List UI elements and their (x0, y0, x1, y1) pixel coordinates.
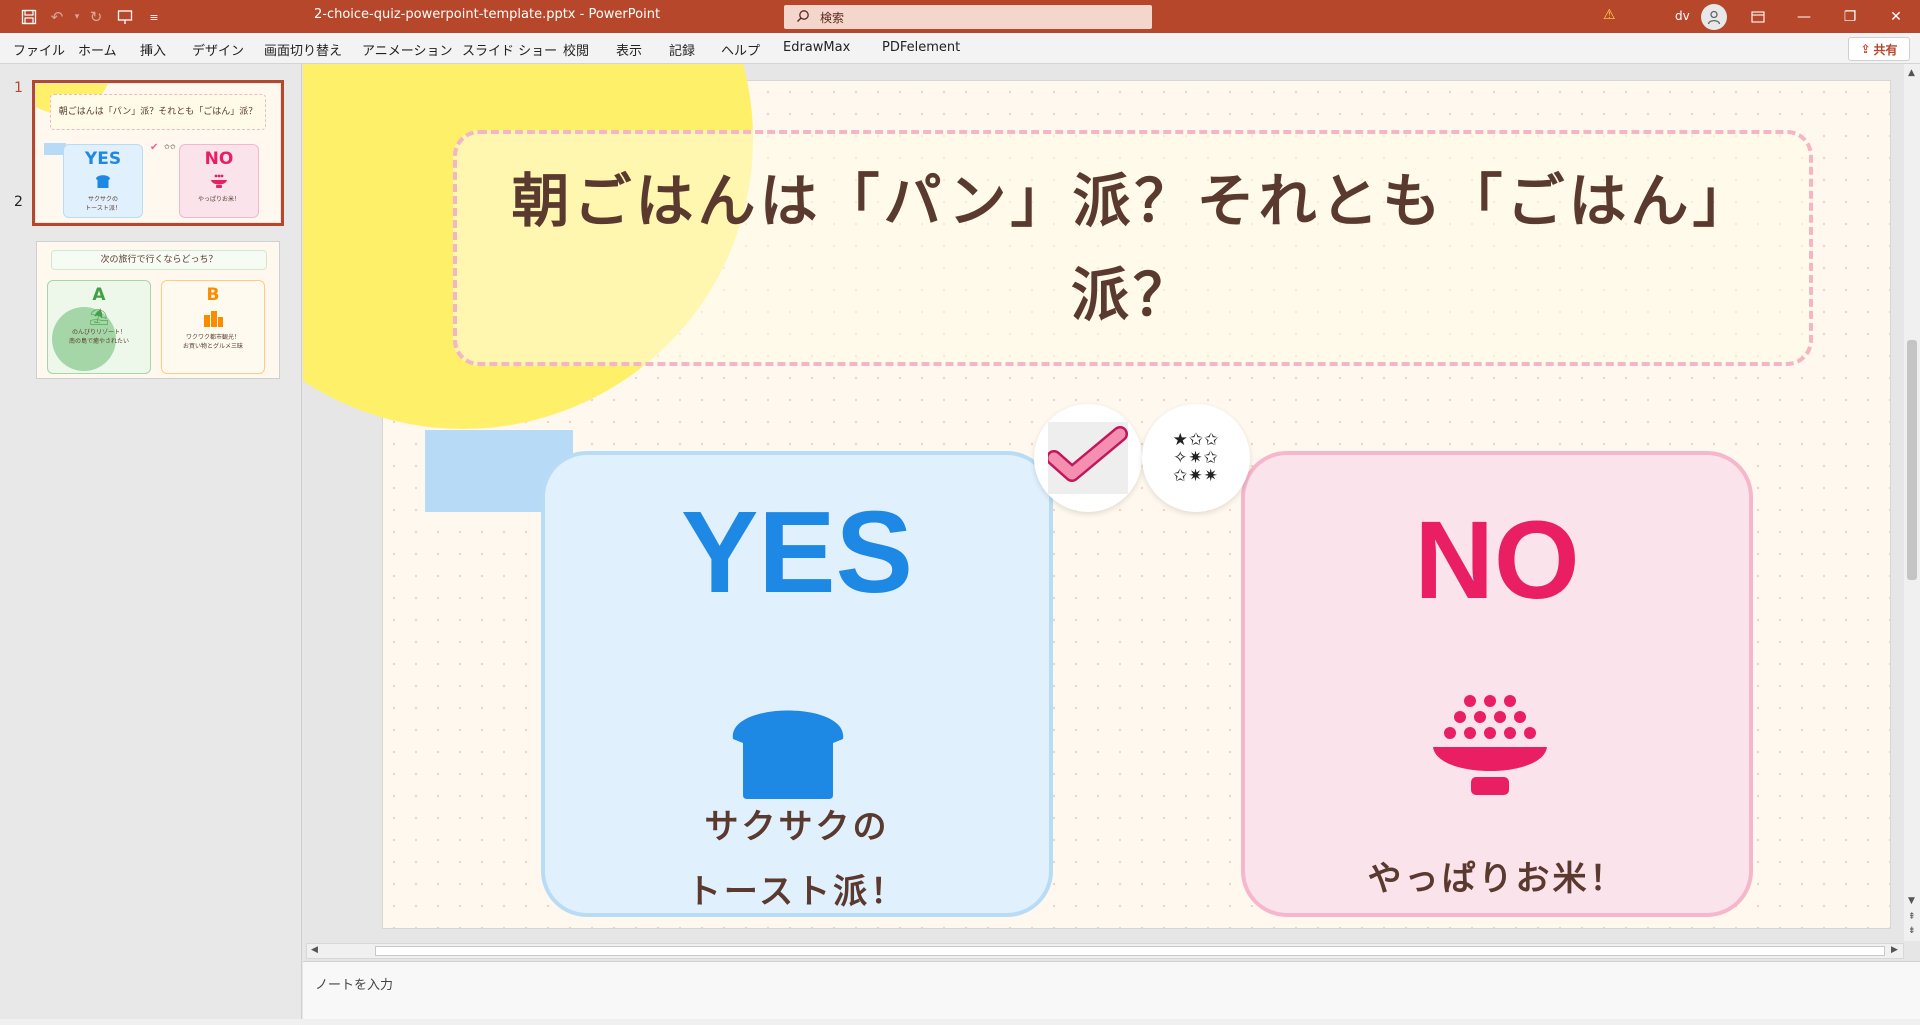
title-bar: ↶ ▾ ↻ ≡ 2-choice-quiz-powerpoint-templat… (0, 0, 1920, 33)
thumbnail-b-card: B ワクワク都市観光！ お買い物とグルメ三昧 (161, 280, 265, 374)
vertical-scroll-thumb[interactable] (1907, 340, 1917, 580)
tab-slideshow[interactable]: スライド ショー (462, 40, 557, 59)
tab-review[interactable]: 校閲 (563, 40, 589, 59)
rice-bowl-icon (211, 174, 227, 188)
thumbnail-a-label: A (92, 285, 106, 305)
horizontal-scrollbar[interactable]: ◀ ▶ (306, 943, 1904, 959)
ribbon-display-icon[interactable] (1735, 0, 1781, 33)
tab-home[interactable]: ホーム (78, 40, 117, 59)
save-icon[interactable] (18, 6, 40, 28)
yes-subtitle-line2[interactable]: トースト派！ (545, 858, 1049, 926)
share-button[interactable]: ⇪ 共有 (1848, 37, 1910, 61)
thumbnail-b-sub: ワクワク都市観光！ お買い物とグルメ三昧 (182, 334, 243, 350)
thumbnail-yes-label: YES (84, 149, 122, 169)
no-subtitle[interactable]: やっぱりお米！ (1245, 845, 1749, 913)
city-buildings-icon (204, 311, 223, 327)
window-title: 2-choice-quiz-powerpoint-template.pptx -… (314, 7, 661, 22)
status-bar (0, 1019, 1920, 1025)
slide-thumbnail-pane: 1 朝ごはんは「パン」派？それとも「ごはん」派？ YES サクサクの トースト派… (0, 64, 302, 1019)
scroll-up-arrow-icon[interactable]: ▲ (1908, 68, 1915, 78)
tab-edrawmax[interactable]: EdrawMax (783, 40, 850, 55)
thumbnail-title: 朝ごはんは「パン」派？それとも「ごはん」派？ (50, 94, 266, 130)
thumbnail-no-card: NO やっぱりお米！ (179, 144, 259, 218)
beach-umbrella-icon: ⛱ (88, 307, 110, 326)
checkmark-badge[interactable] (1034, 404, 1142, 512)
minimize-button[interactable]: — (1781, 0, 1827, 33)
search-icon (796, 9, 810, 26)
search-box[interactable]: 検索 (784, 5, 1152, 29)
avatar[interactable] (1701, 4, 1727, 30)
warning-icon[interactable]: ⚠ (1603, 7, 1616, 23)
slide-editing-area[interactable]: YES サクサクの トースト派！ NO やっぱりお米！ 朝ごはんは「パン」派？そ… (303, 64, 1904, 941)
thumbnail-number: 2 (14, 194, 23, 210)
checkmark-icon: ✔ (150, 142, 159, 153)
tab-file[interactable]: ファイル (13, 40, 65, 59)
thumbnail-a-card: A ⛱ のんびりリゾート！ 南の島で癒やされたい (47, 280, 151, 374)
toast-icon[interactable] (727, 695, 849, 799)
thumbnail-a-sub: のんびりリゾート！ 南の島で癒やされたい (68, 329, 129, 345)
vertical-scrollbar[interactable]: ▲ ▼ ⇞ ⇟ (1904, 64, 1920, 941)
yes-card[interactable]: YES サクサクの トースト派！ (541, 451, 1053, 917)
tab-pdfelement[interactable]: PDFelement (882, 40, 960, 55)
undo-icon[interactable]: ↶ (46, 6, 68, 28)
search-placeholder: 検索 (820, 10, 845, 25)
thumbnail-number: 1 (14, 80, 23, 96)
scroll-left-arrow-icon[interactable]: ◀ (311, 945, 318, 955)
tab-insert[interactable]: 挿入 (140, 40, 166, 59)
ribbon-tabs: ファイル ホーム 挿入 デザイン 画面切り替え アニメーション スライド ショー… (0, 33, 1920, 64)
thumbnail-b-label: B (206, 285, 220, 305)
slide-thumbnail-2[interactable]: 次の旅行で行くならどっち？ A ⛱ のんびりリゾート！ 南の島で癒やされたい B… (36, 241, 280, 379)
yes-subtitle-line1[interactable]: サクサクの (545, 793, 1049, 861)
tab-transitions[interactable]: 画面切り替え (264, 40, 342, 59)
question-box[interactable]: 朝ごはんは「パン」派？それとも「ごはん」派？ (453, 130, 1813, 366)
restore-button[interactable]: ❐ (1827, 0, 1873, 33)
checkmark-icon (1048, 422, 1128, 494)
scroll-right-arrow-icon[interactable]: ▶ (1891, 945, 1898, 955)
tab-help[interactable]: ヘルプ (721, 40, 760, 59)
present-icon[interactable] (114, 6, 136, 28)
stars-badge[interactable]: ★✩✩ ✧✷✩ ✩✷✷ (1142, 404, 1250, 512)
question-text[interactable]: 朝ごはんは「パン」派？それとも「ごはん」派？ (497, 154, 1769, 342)
tab-design[interactable]: デザイン (192, 40, 244, 59)
horizontal-scroll-thumb[interactable] (375, 946, 1885, 956)
slide-thumbnail-1[interactable]: 朝ごはんは「パン」派？それとも「ごはん」派？ YES サクサクの トースト派！ … (32, 80, 284, 226)
tab-view[interactable]: 表示 (616, 40, 642, 59)
share-icon: ⇪ (1860, 42, 1871, 56)
no-label[interactable]: NO (1245, 497, 1749, 624)
thumbnail-yes-card: YES サクサクの トースト派！ (63, 144, 143, 218)
stars-icon: ✩✩ (164, 143, 176, 151)
customize-icon[interactable]: ≡ (143, 6, 165, 28)
user-name: dv (1675, 9, 1690, 23)
previous-slide-icon[interactable]: ⇞ (1908, 912, 1916, 922)
notes-pane[interactable]: ノートを入力 (303, 961, 1920, 1019)
notes-placeholder[interactable]: ノートを入力 (315, 974, 393, 993)
thumbnail-title: 次の旅行で行くならどっち？ (51, 250, 267, 270)
tab-record[interactable]: 記録 (669, 40, 695, 59)
toast-icon (96, 175, 110, 188)
yes-label[interactable]: YES (545, 485, 1049, 619)
rice-bowl-icon[interactable] (1431, 693, 1549, 797)
tab-animations[interactable]: アニメーション (362, 40, 452, 59)
stars-icon: ★✩✩ ✧✷✩ ✩✷✷ (1172, 430, 1220, 486)
thumbnail-no-sub: やっぱりお米！ (197, 196, 240, 203)
redo-icon[interactable]: ↻ (85, 6, 107, 28)
no-card[interactable]: NO やっぱりお米！ (1241, 451, 1753, 917)
share-label: 共有 (1873, 42, 1898, 57)
next-slide-icon[interactable]: ⇟ (1908, 926, 1916, 936)
scroll-down-arrow-icon[interactable]: ▼ (1908, 896, 1915, 906)
thumbnail-yes-sub: サクサクの トースト派！ (85, 196, 121, 212)
close-button[interactable]: ✕ (1873, 0, 1919, 33)
thumbnail-no-label: NO (204, 149, 234, 169)
